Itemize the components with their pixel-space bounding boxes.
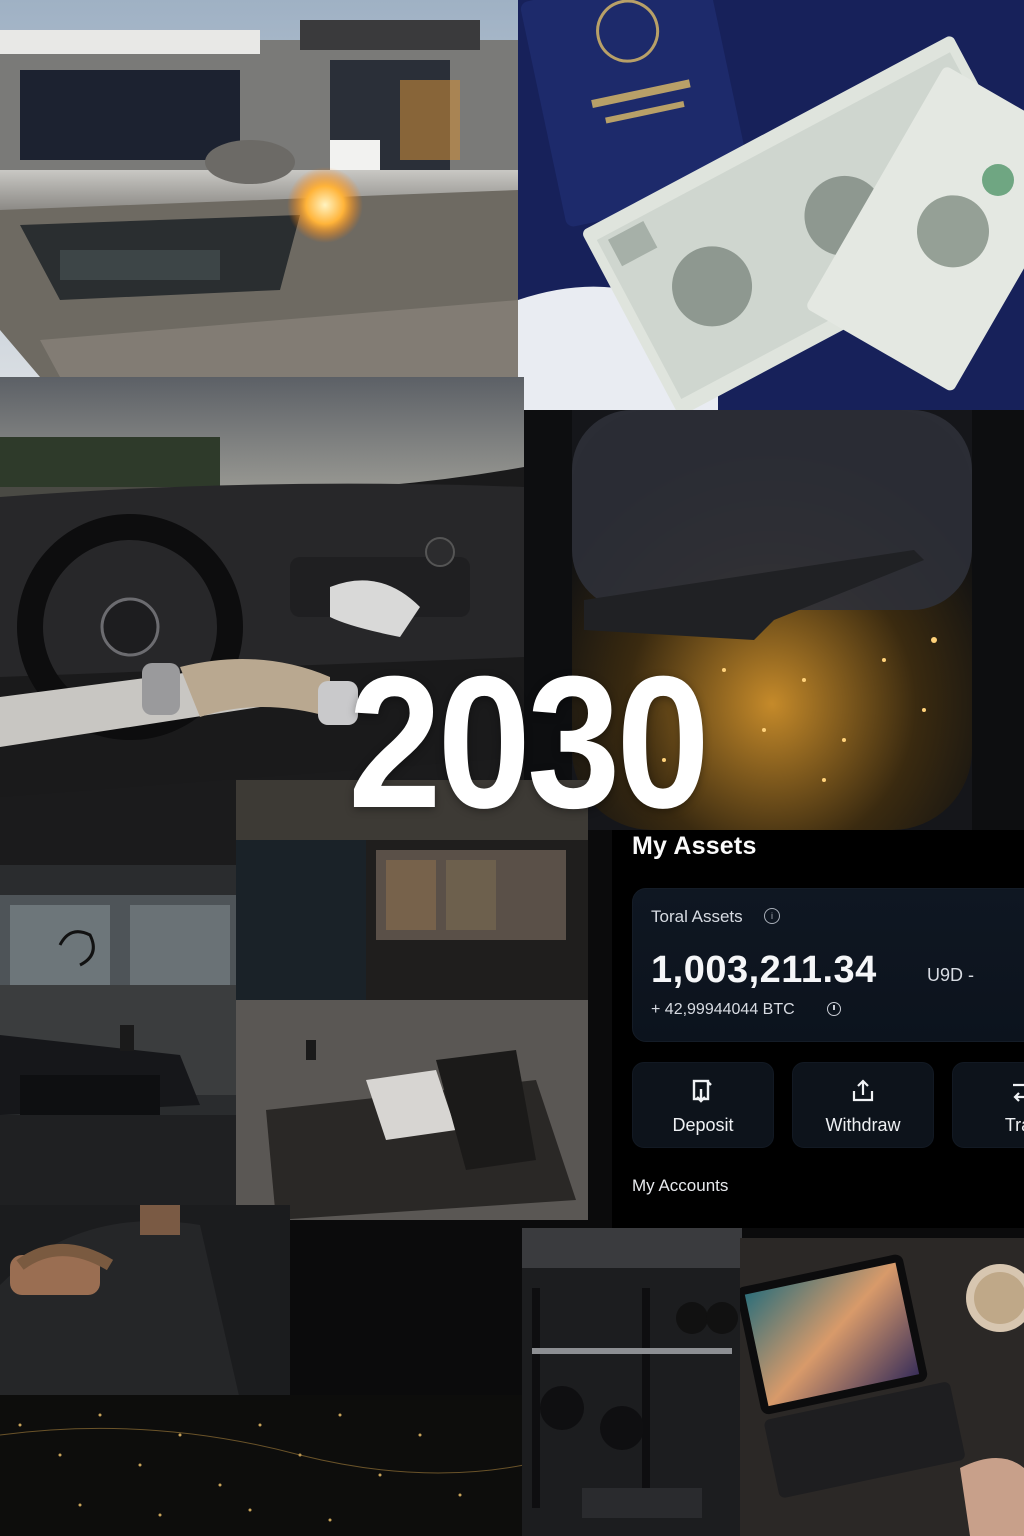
gym-photo: [522, 1228, 742, 1536]
house-pool-photo: [0, 0, 518, 377]
withdraw-label: Withdraw: [825, 1115, 901, 1135]
my-accounts-heading[interactable]: My Accounts: [632, 1176, 728, 1196]
clock-icon: [827, 1002, 841, 1016]
transfer-button[interactable]: Tran: [952, 1062, 1024, 1148]
transfer-label: Tran: [1004, 1115, 1024, 1135]
office-window-photo: [0, 865, 236, 1205]
total-assets-card: Toral Assets i 1,003,211.34 U9D - + 42,9…: [632, 888, 1024, 1042]
total-assets-label: Toral Assets: [651, 907, 743, 926]
lounge-photo: [0, 1205, 290, 1400]
deposit-label: Deposit: [672, 1115, 734, 1135]
city-lights-photo: [0, 1395, 524, 1536]
transfer-icon: [1013, 1083, 1024, 1102]
assets-panel: My Assets Toral Assets i 1,003,211.34 U9…: [612, 830, 1024, 1228]
passport-cash-photo: 100: [518, 0, 1024, 410]
info-icon[interactable]: i: [764, 908, 780, 924]
btc-value: + 42,99944044 BTC: [651, 1001, 795, 1018]
currency-selector[interactable]: U9D -: [927, 965, 974, 986]
tablet-coffee-photo: [740, 1238, 1024, 1536]
year-title: 2030: [348, 636, 710, 848]
deposit-icon: [692, 1079, 712, 1103]
deposit-button[interactable]: Deposit: [632, 1062, 774, 1148]
withdraw-button[interactable]: Withdraw: [792, 1062, 934, 1148]
total-assets-value: 1,003,211.34: [651, 949, 877, 991]
upload-icon: [852, 1079, 874, 1102]
